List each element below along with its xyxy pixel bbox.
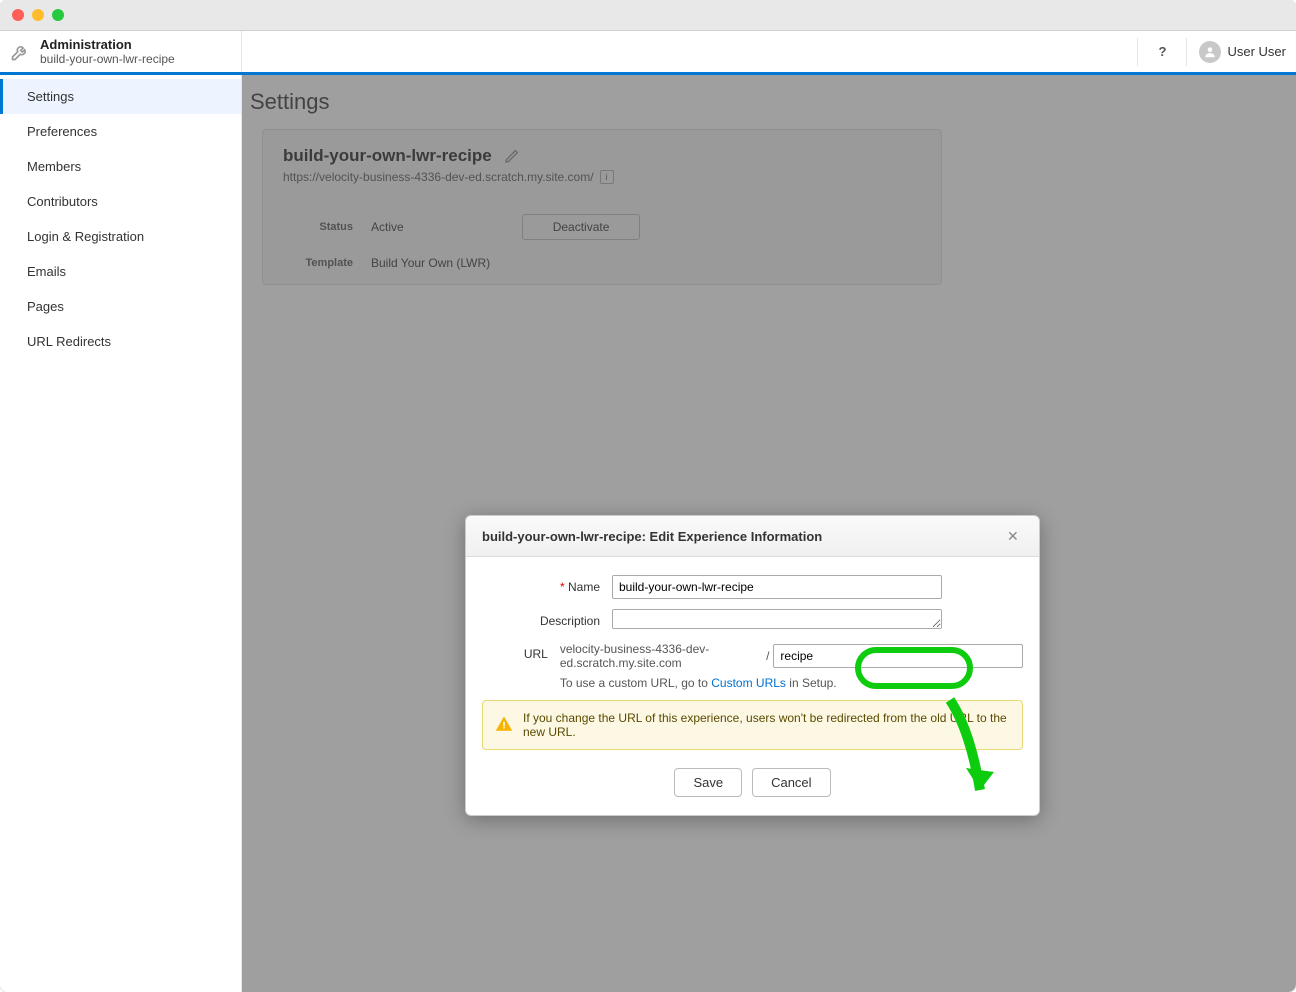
name-input[interactable] (612, 575, 942, 599)
sidebar-item-settings[interactable]: Settings (0, 79, 241, 114)
sidebar-item-label: Members (27, 159, 81, 174)
modal-header: build-your-own-lwr-recipe: Edit Experien… (466, 516, 1039, 557)
sidebar-item-login-registration[interactable]: Login & Registration (0, 219, 241, 254)
warning-icon (495, 715, 513, 736)
topbar-right: ? User User (242, 31, 1296, 72)
window-titlebar (0, 0, 1296, 31)
name-field-label: Name (568, 580, 600, 594)
user-name-label: User User (1227, 44, 1286, 59)
warning-banner: If you change the URL of this experience… (482, 700, 1023, 750)
url-domain-text: velocity-business-4336-dev-ed.scratch.my… (560, 642, 762, 670)
custom-urls-link[interactable]: Custom URLs (711, 676, 786, 690)
url-field-label: URL (482, 642, 560, 661)
sidebar-item-contributors[interactable]: Contributors (0, 184, 241, 219)
help-button[interactable]: ? (1137, 38, 1187, 66)
sidebar-item-members[interactable]: Members (0, 149, 241, 184)
warning-text: If you change the URL of this experience… (523, 711, 1010, 739)
custom-url-hint: To use a custom URL, go to Custom URLs i… (560, 676, 1023, 690)
url-slash: / (766, 649, 769, 663)
modal-title: build-your-own-lwr-recipe: Edit Experien… (482, 529, 822, 544)
sidebar-item-label: Pages (27, 299, 64, 314)
sidebar: Settings Preferences Members Contributor… (0, 75, 242, 992)
wrench-icon (8, 40, 32, 64)
topbar-brand: Administration build-your-own-lwr-recipe (0, 31, 242, 72)
sidebar-item-label: Emails (27, 264, 66, 279)
url-path-input[interactable] (773, 644, 1023, 668)
sidebar-item-emails[interactable]: Emails (0, 254, 241, 289)
sidebar-item-url-redirects[interactable]: URL Redirects (0, 324, 241, 359)
sidebar-item-label: Contributors (27, 194, 98, 209)
window-close-button[interactable] (12, 9, 24, 21)
sidebar-item-preferences[interactable]: Preferences (0, 114, 241, 149)
topbar-subtitle: build-your-own-lwr-recipe (40, 52, 175, 66)
description-input[interactable] (612, 609, 942, 629)
sidebar-item-label: Settings (27, 89, 74, 104)
description-field-label: Description (482, 609, 612, 628)
sidebar-item-label: Preferences (27, 124, 97, 139)
sidebar-item-pages[interactable]: Pages (0, 289, 241, 324)
user-chip[interactable]: User User (1199, 41, 1286, 63)
window-maximize-button[interactable] (52, 9, 64, 21)
avatar-icon (1199, 41, 1221, 63)
close-icon[interactable]: ✕ (1007, 528, 1023, 544)
hint-suffix: in Setup. (786, 676, 837, 690)
edit-experience-modal: build-your-own-lwr-recipe: Edit Experien… (465, 515, 1040, 816)
topbar: Administration build-your-own-lwr-recipe… (0, 31, 1296, 75)
sidebar-item-label: URL Redirects (27, 334, 111, 349)
save-button[interactable]: Save (674, 768, 742, 797)
cancel-button[interactable]: Cancel (752, 768, 830, 797)
hint-prefix: To use a custom URL, go to (560, 676, 711, 690)
window-minimize-button[interactable] (32, 9, 44, 21)
topbar-title: Administration (40, 37, 175, 52)
sidebar-item-label: Login & Registration (27, 229, 144, 244)
